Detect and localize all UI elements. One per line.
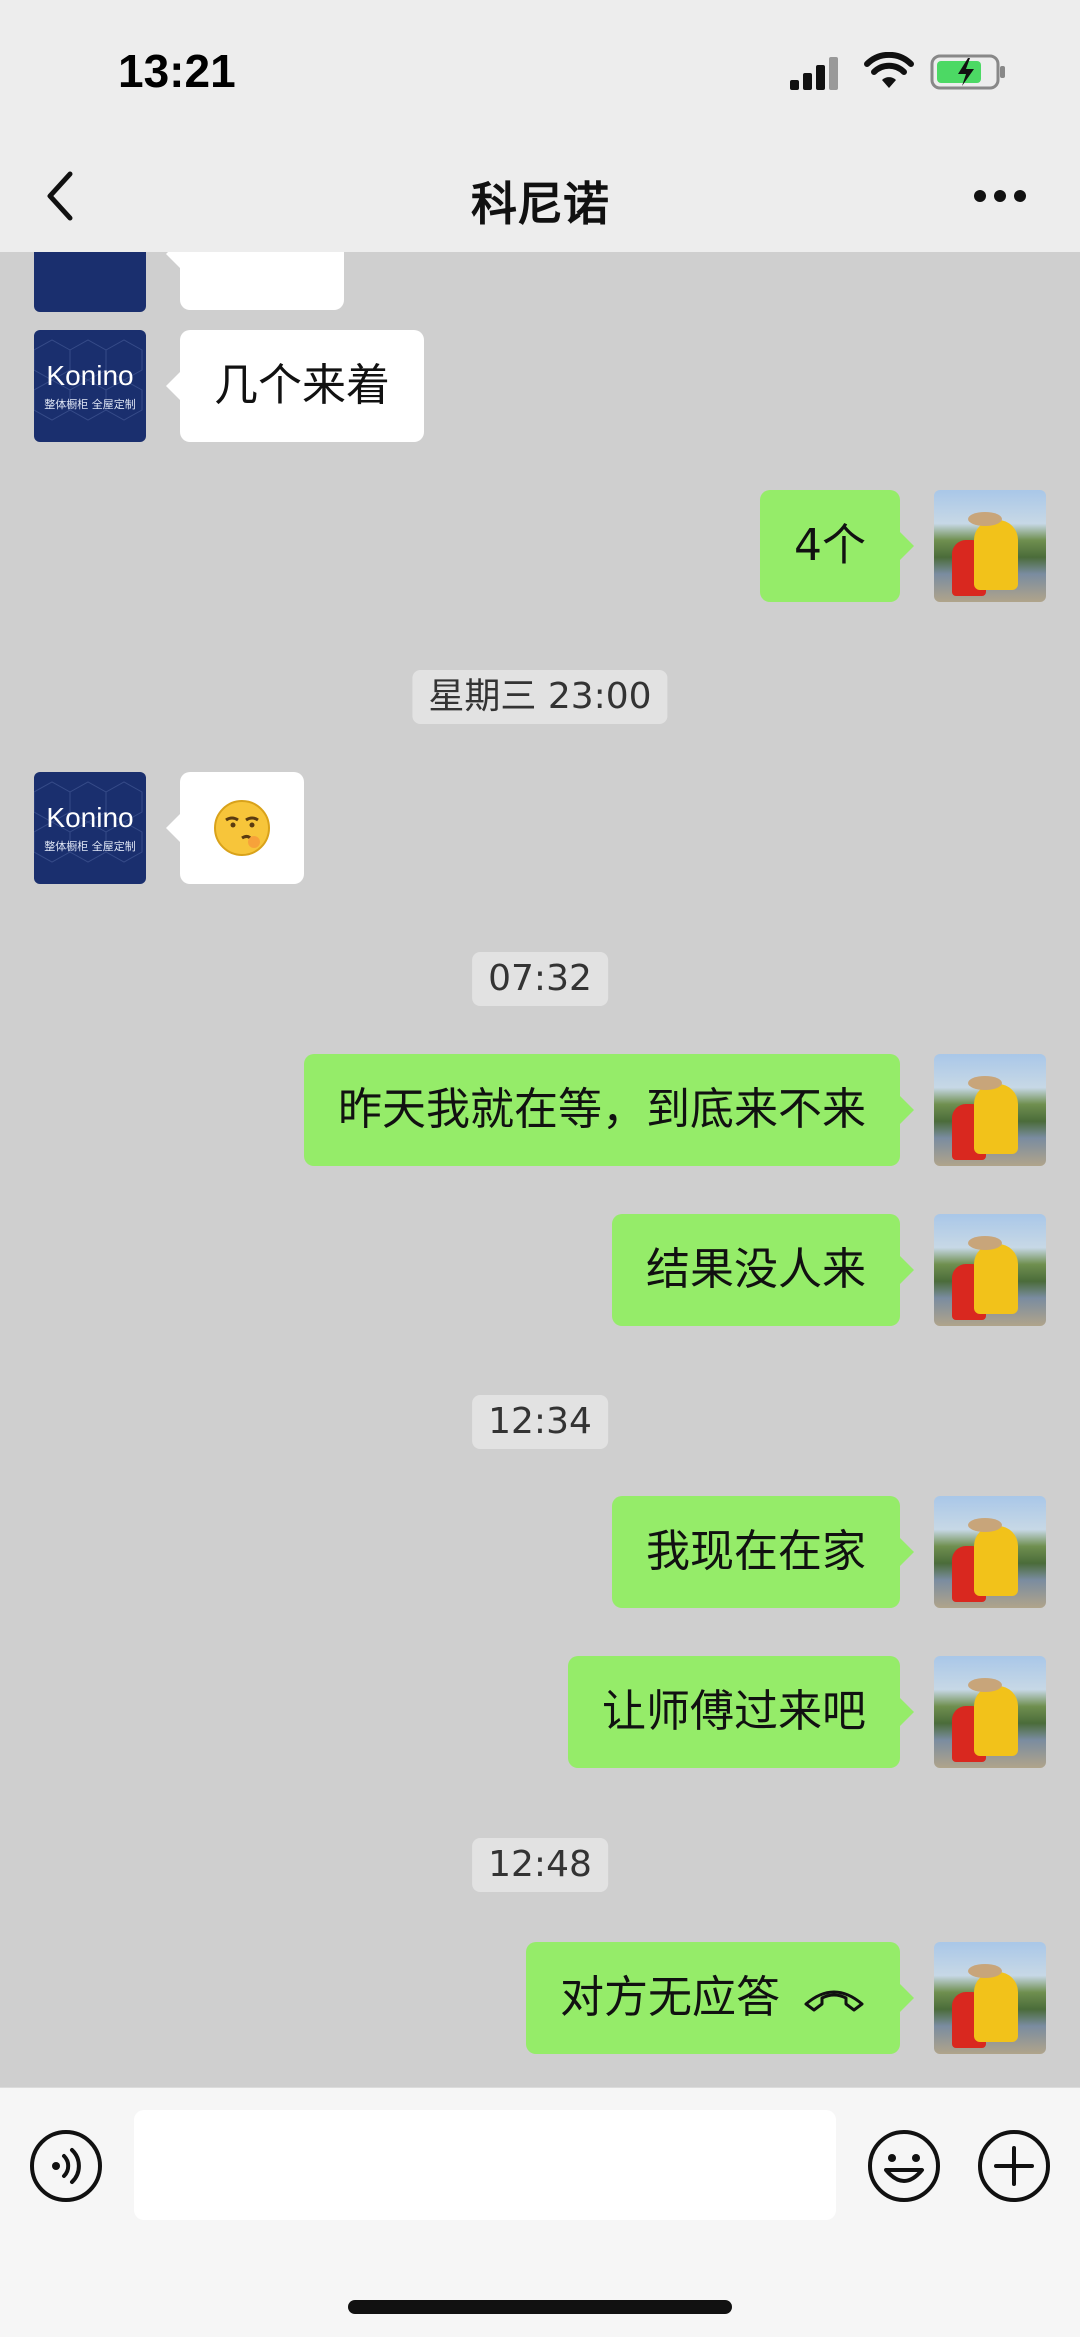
message-input[interactable] bbox=[134, 2110, 836, 2220]
call-status-text: 对方无应答 bbox=[560, 1972, 780, 2023]
message-bubble-partial[interactable] bbox=[166, 252, 344, 310]
contact-avatar[interactable]: Konino 整体橱柜 全屋定制 bbox=[34, 330, 146, 442]
plus-icon[interactable] bbox=[976, 2128, 1052, 2204]
contact-avatar[interactable] bbox=[34, 252, 146, 312]
nav-bar: 科尼诺 bbox=[0, 140, 1080, 252]
message-bubble-outgoing[interactable]: 让师傅过来吧 bbox=[568, 1656, 914, 1768]
brand-subtitle: 整体橱柜 全屋定制 bbox=[44, 398, 136, 411]
timestamp: 12:34 bbox=[472, 1395, 608, 1449]
chat-title: 科尼诺 bbox=[471, 177, 609, 231]
brand-name: Konino bbox=[46, 360, 134, 391]
message-bubble-emoji[interactable] bbox=[166, 772, 304, 884]
smirk-emoji-icon bbox=[214, 800, 270, 856]
hangup-icon bbox=[804, 1990, 864, 2012]
call-record-bubble[interactable]: 对方无应答 bbox=[526, 1942, 914, 2054]
status-time: 13:21 bbox=[118, 45, 236, 97]
wifi-icon bbox=[864, 52, 914, 88]
message-bubble-outgoing[interactable]: 结果没人来 bbox=[612, 1214, 914, 1326]
more-icon[interactable] bbox=[970, 178, 1030, 214]
message-bubble-outgoing[interactable]: 昨天我就在等，到底来不来 bbox=[304, 1054, 914, 1166]
timestamp: 12:48 bbox=[472, 1838, 608, 1892]
user-avatar[interactable] bbox=[934, 1942, 1046, 2054]
message-bubble-outgoing[interactable]: 4个 bbox=[760, 490, 914, 602]
timestamp: 星期三 23:00 bbox=[412, 670, 668, 724]
chat-area[interactable]: Konino 整体橱柜 全屋定制 几个来着 4个 星期三 23:00 Konin… bbox=[0, 252, 1080, 2087]
voice-icon[interactable] bbox=[28, 2128, 104, 2204]
user-avatar[interactable] bbox=[934, 1496, 1046, 1608]
user-avatar[interactable] bbox=[934, 490, 1046, 602]
user-avatar[interactable] bbox=[934, 1054, 1046, 1166]
timestamp: 07:32 bbox=[472, 952, 608, 1006]
home-indicator[interactable] bbox=[348, 2300, 732, 2314]
emoji-icon[interactable] bbox=[866, 2128, 942, 2204]
status-bar: 13:21 bbox=[0, 0, 1080, 140]
contact-avatar[interactable]: Konino 整体橱柜 全屋定制 bbox=[34, 772, 146, 884]
user-avatar[interactable] bbox=[934, 1656, 1046, 1768]
message-bubble-incoming[interactable]: 几个来着 bbox=[166, 330, 424, 442]
message-bubble-outgoing[interactable]: 我现在在家 bbox=[612, 1496, 914, 1608]
brand-subtitle: 整体橱柜 全屋定制 bbox=[44, 840, 136, 853]
user-avatar[interactable] bbox=[934, 1214, 1046, 1326]
battery-icon bbox=[930, 54, 1005, 90]
brand-name: Konino bbox=[46, 802, 134, 833]
signal-icon bbox=[790, 57, 838, 90]
